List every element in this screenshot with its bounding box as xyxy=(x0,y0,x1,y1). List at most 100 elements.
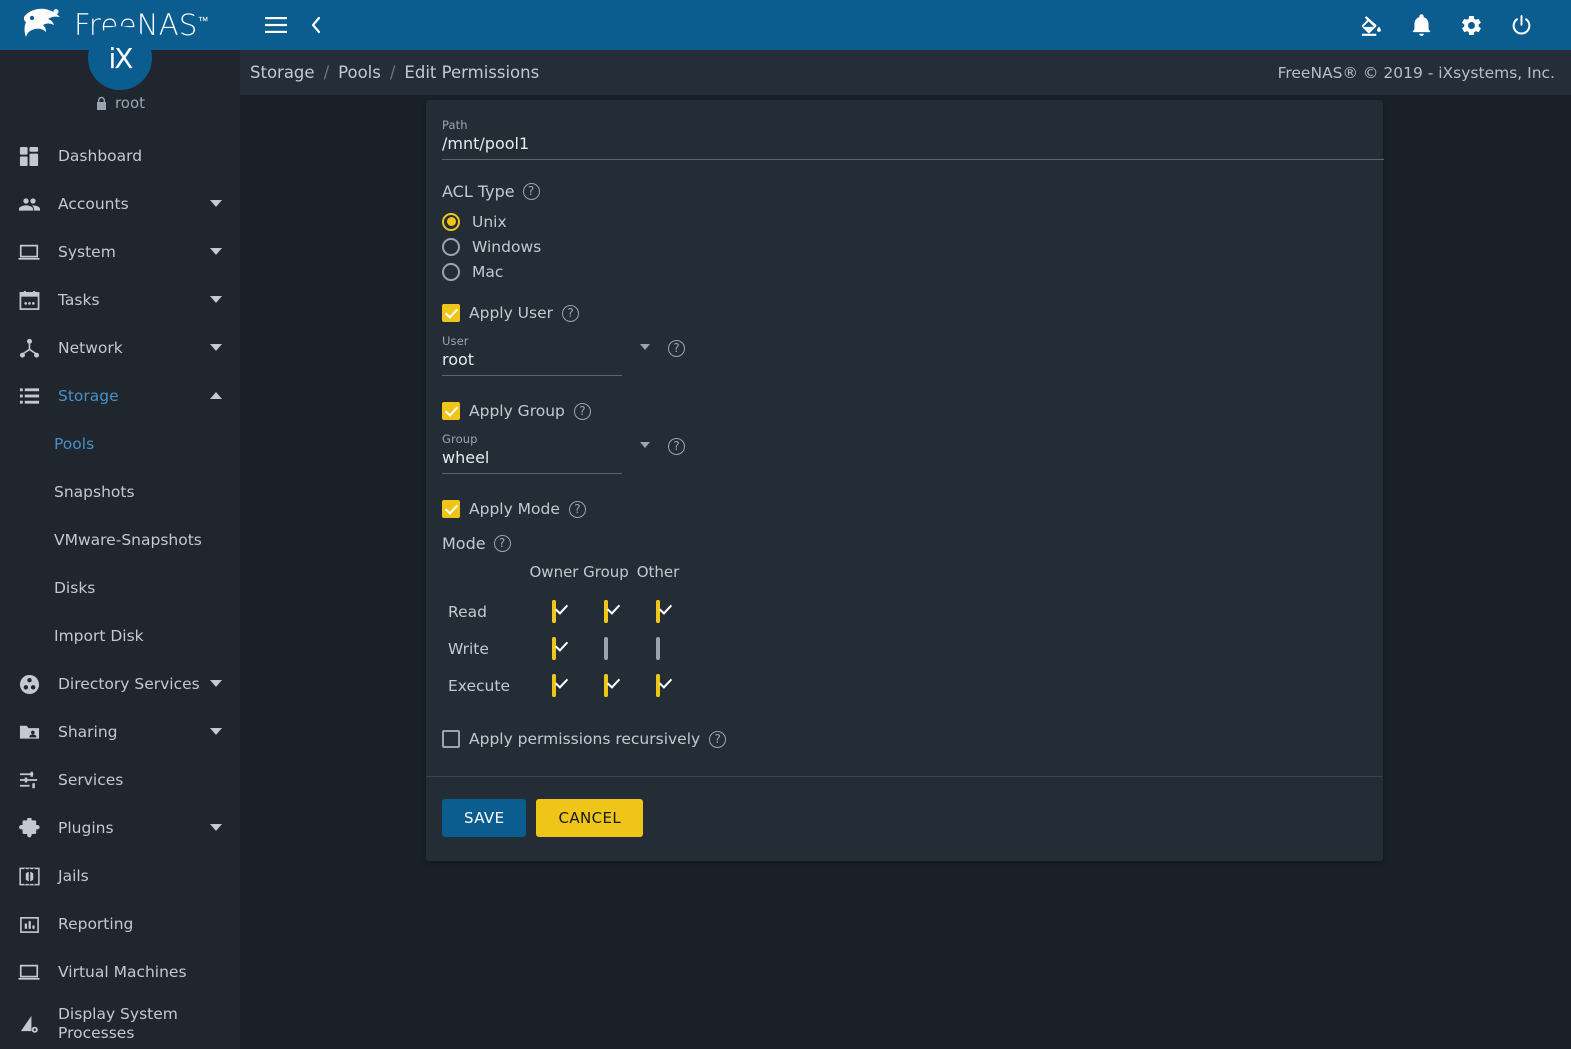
mode-cell-write-other[interactable] xyxy=(632,630,684,667)
sidebar-item-accounts[interactable]: Accounts xyxy=(0,180,240,228)
apply-group-checkbox[interactable] xyxy=(442,402,460,420)
radio-mac[interactable] xyxy=(442,262,460,281)
paint-fill-icon[interactable] xyxy=(1351,5,1391,45)
mode-cell-read-other[interactable] xyxy=(632,593,684,630)
mode-cell-execute-owner[interactable] xyxy=(528,667,580,704)
power-icon[interactable] xyxy=(1501,5,1541,45)
sidebar-item-reporting[interactable]: Reporting xyxy=(0,900,240,948)
apply-mode-row[interactable]: Apply Mode ? xyxy=(442,500,1367,518)
checkbox-read-owner[interactable] xyxy=(552,600,556,623)
checkbox-execute-other[interactable] xyxy=(656,674,660,697)
mode-cell-write-owner[interactable] xyxy=(528,630,580,667)
sidebar-item-label: Reporting xyxy=(58,915,134,933)
cancel-button[interactable]: CANCEL xyxy=(536,799,644,837)
save-button[interactable]: SAVE xyxy=(442,799,527,837)
sidebar-item-services[interactable]: Services xyxy=(0,756,240,804)
path-label: Path xyxy=(442,118,468,132)
help-icon[interactable]: ? xyxy=(493,535,511,552)
chevron-down-icon[interactable] xyxy=(204,200,228,208)
apply-mode-checkbox[interactable] xyxy=(442,500,460,518)
group-label: Group xyxy=(442,432,478,446)
sidebar-item-snapshots[interactable]: Snapshots xyxy=(0,468,240,516)
sidebar-item-system[interactable]: System xyxy=(0,228,240,276)
apply-recursively-checkbox[interactable] xyxy=(442,730,460,748)
sidebar-item-import-disk[interactable]: Import Disk xyxy=(0,612,240,660)
mode-col-other: Other xyxy=(636,563,680,581)
sidebar-item-virtual-machines[interactable]: Virtual Machines xyxy=(0,948,240,996)
help-icon[interactable]: ? xyxy=(668,340,685,357)
sidebar-item-network[interactable]: Network xyxy=(0,324,240,372)
apply-recursively-row[interactable]: Apply permissions recursively ? xyxy=(442,730,1367,748)
checkbox-write-group[interactable] xyxy=(604,637,608,660)
apply-user-row[interactable]: Apply User ? xyxy=(442,304,1367,322)
help-icon[interactable]: ? xyxy=(709,730,727,748)
mode-row-label-write: Write xyxy=(448,639,489,658)
current-user-name: root xyxy=(114,94,146,112)
help-icon[interactable]: ? xyxy=(568,500,586,518)
sidebar-item-label: System xyxy=(58,243,116,261)
chevron-down-icon[interactable] xyxy=(204,680,228,688)
sidebar-item-dashboard[interactable]: Dashboard xyxy=(0,132,240,180)
sidebar-item-disks[interactable]: Disks xyxy=(0,564,240,612)
help-icon[interactable]: ? xyxy=(522,183,540,200)
checkbox-execute-owner[interactable] xyxy=(552,674,556,697)
sidebar-item-storage[interactable]: Storage xyxy=(0,372,240,420)
dropdown-arrow-icon[interactable] xyxy=(640,442,650,448)
mode-cell-write-group[interactable] xyxy=(580,630,632,667)
acl-type-option-mac[interactable]: Mac xyxy=(442,259,1367,284)
sidebar-item-directory-services[interactable]: Directory Services xyxy=(0,660,240,708)
radio-windows[interactable] xyxy=(442,237,460,256)
sidebar-item-plugins[interactable]: Plugins xyxy=(0,804,240,852)
apply-user-checkbox[interactable] xyxy=(442,304,460,322)
acl-type-option-windows[interactable]: Windows xyxy=(442,234,1367,259)
mode-col-group: Group xyxy=(583,563,629,581)
mode-cell-execute-other[interactable] xyxy=(632,667,684,704)
chevron-left-icon[interactable] xyxy=(296,5,336,45)
help-icon[interactable]: ? xyxy=(573,402,591,420)
breadcrumb-item-pools[interactable]: Pools xyxy=(338,63,381,82)
path-input[interactable] xyxy=(442,134,1384,160)
mode-cell-read-group[interactable] xyxy=(580,593,632,630)
apply-group-row[interactable]: Apply Group ? xyxy=(442,402,1367,420)
avatar[interactable]: iX xyxy=(88,26,152,90)
help-icon[interactable]: ? xyxy=(668,438,685,455)
breadcrumb-item-storage[interactable]: Storage xyxy=(250,63,315,82)
checkbox-write-other[interactable] xyxy=(656,637,660,660)
chevron-down-icon[interactable] xyxy=(204,728,228,736)
sidebar-item-label: Accounts xyxy=(58,195,129,213)
sidebar-item-display-system-processes[interactable]: Display System Processes xyxy=(0,996,240,1049)
sidebar-item-tasks[interactable]: Tasks xyxy=(0,276,240,324)
chevron-down-icon[interactable] xyxy=(204,824,228,832)
chevron-up-icon[interactable] xyxy=(204,392,228,400)
radio-unix[interactable] xyxy=(442,212,460,231)
chevron-down-icon[interactable] xyxy=(204,248,228,256)
help-icon[interactable]: ? xyxy=(562,304,580,322)
user-select[interactable]: User root xyxy=(442,334,622,376)
checkbox-write-owner[interactable] xyxy=(552,637,556,660)
apply-recursively-label: Apply permissions recursively xyxy=(469,730,701,748)
hamburger-menu-icon[interactable] xyxy=(256,5,296,45)
mode-cell-execute-group[interactable] xyxy=(580,667,632,704)
current-user: root xyxy=(0,94,240,112)
group-select[interactable]: Group wheel xyxy=(442,432,622,474)
checkbox-read-group[interactable] xyxy=(604,600,608,623)
chevron-down-icon[interactable] xyxy=(204,296,228,304)
acl-type-option-unix[interactable]: Unix xyxy=(442,209,1367,234)
chevron-down-icon[interactable] xyxy=(204,344,228,352)
sidebar-item-label: Dashboard xyxy=(58,147,143,165)
checkbox-execute-group[interactable] xyxy=(604,674,608,697)
checkbox-read-other[interactable] xyxy=(656,600,660,623)
bell-icon[interactable] xyxy=(1401,5,1441,45)
mode-row-label-execute: Execute xyxy=(448,676,510,695)
sidebar-item-label: Jails xyxy=(58,867,89,885)
mode-row-label-read: Read xyxy=(448,602,487,621)
sidebar-item-vmware-snapshots[interactable]: VMware-Snapshots xyxy=(0,516,240,564)
dropdown-arrow-icon[interactable] xyxy=(640,344,650,350)
mode-cell-read-owner[interactable] xyxy=(528,593,580,630)
radio-label: Unix xyxy=(472,212,507,231)
sidebar-item-sharing[interactable]: Sharing xyxy=(0,708,240,756)
mode-col-owner: Owner xyxy=(529,563,579,581)
gear-icon[interactable] xyxy=(1451,5,1491,45)
sidebar-item-jails[interactable]: Jails xyxy=(0,852,240,900)
sidebar-item-pools[interactable]: Pools xyxy=(0,420,240,468)
